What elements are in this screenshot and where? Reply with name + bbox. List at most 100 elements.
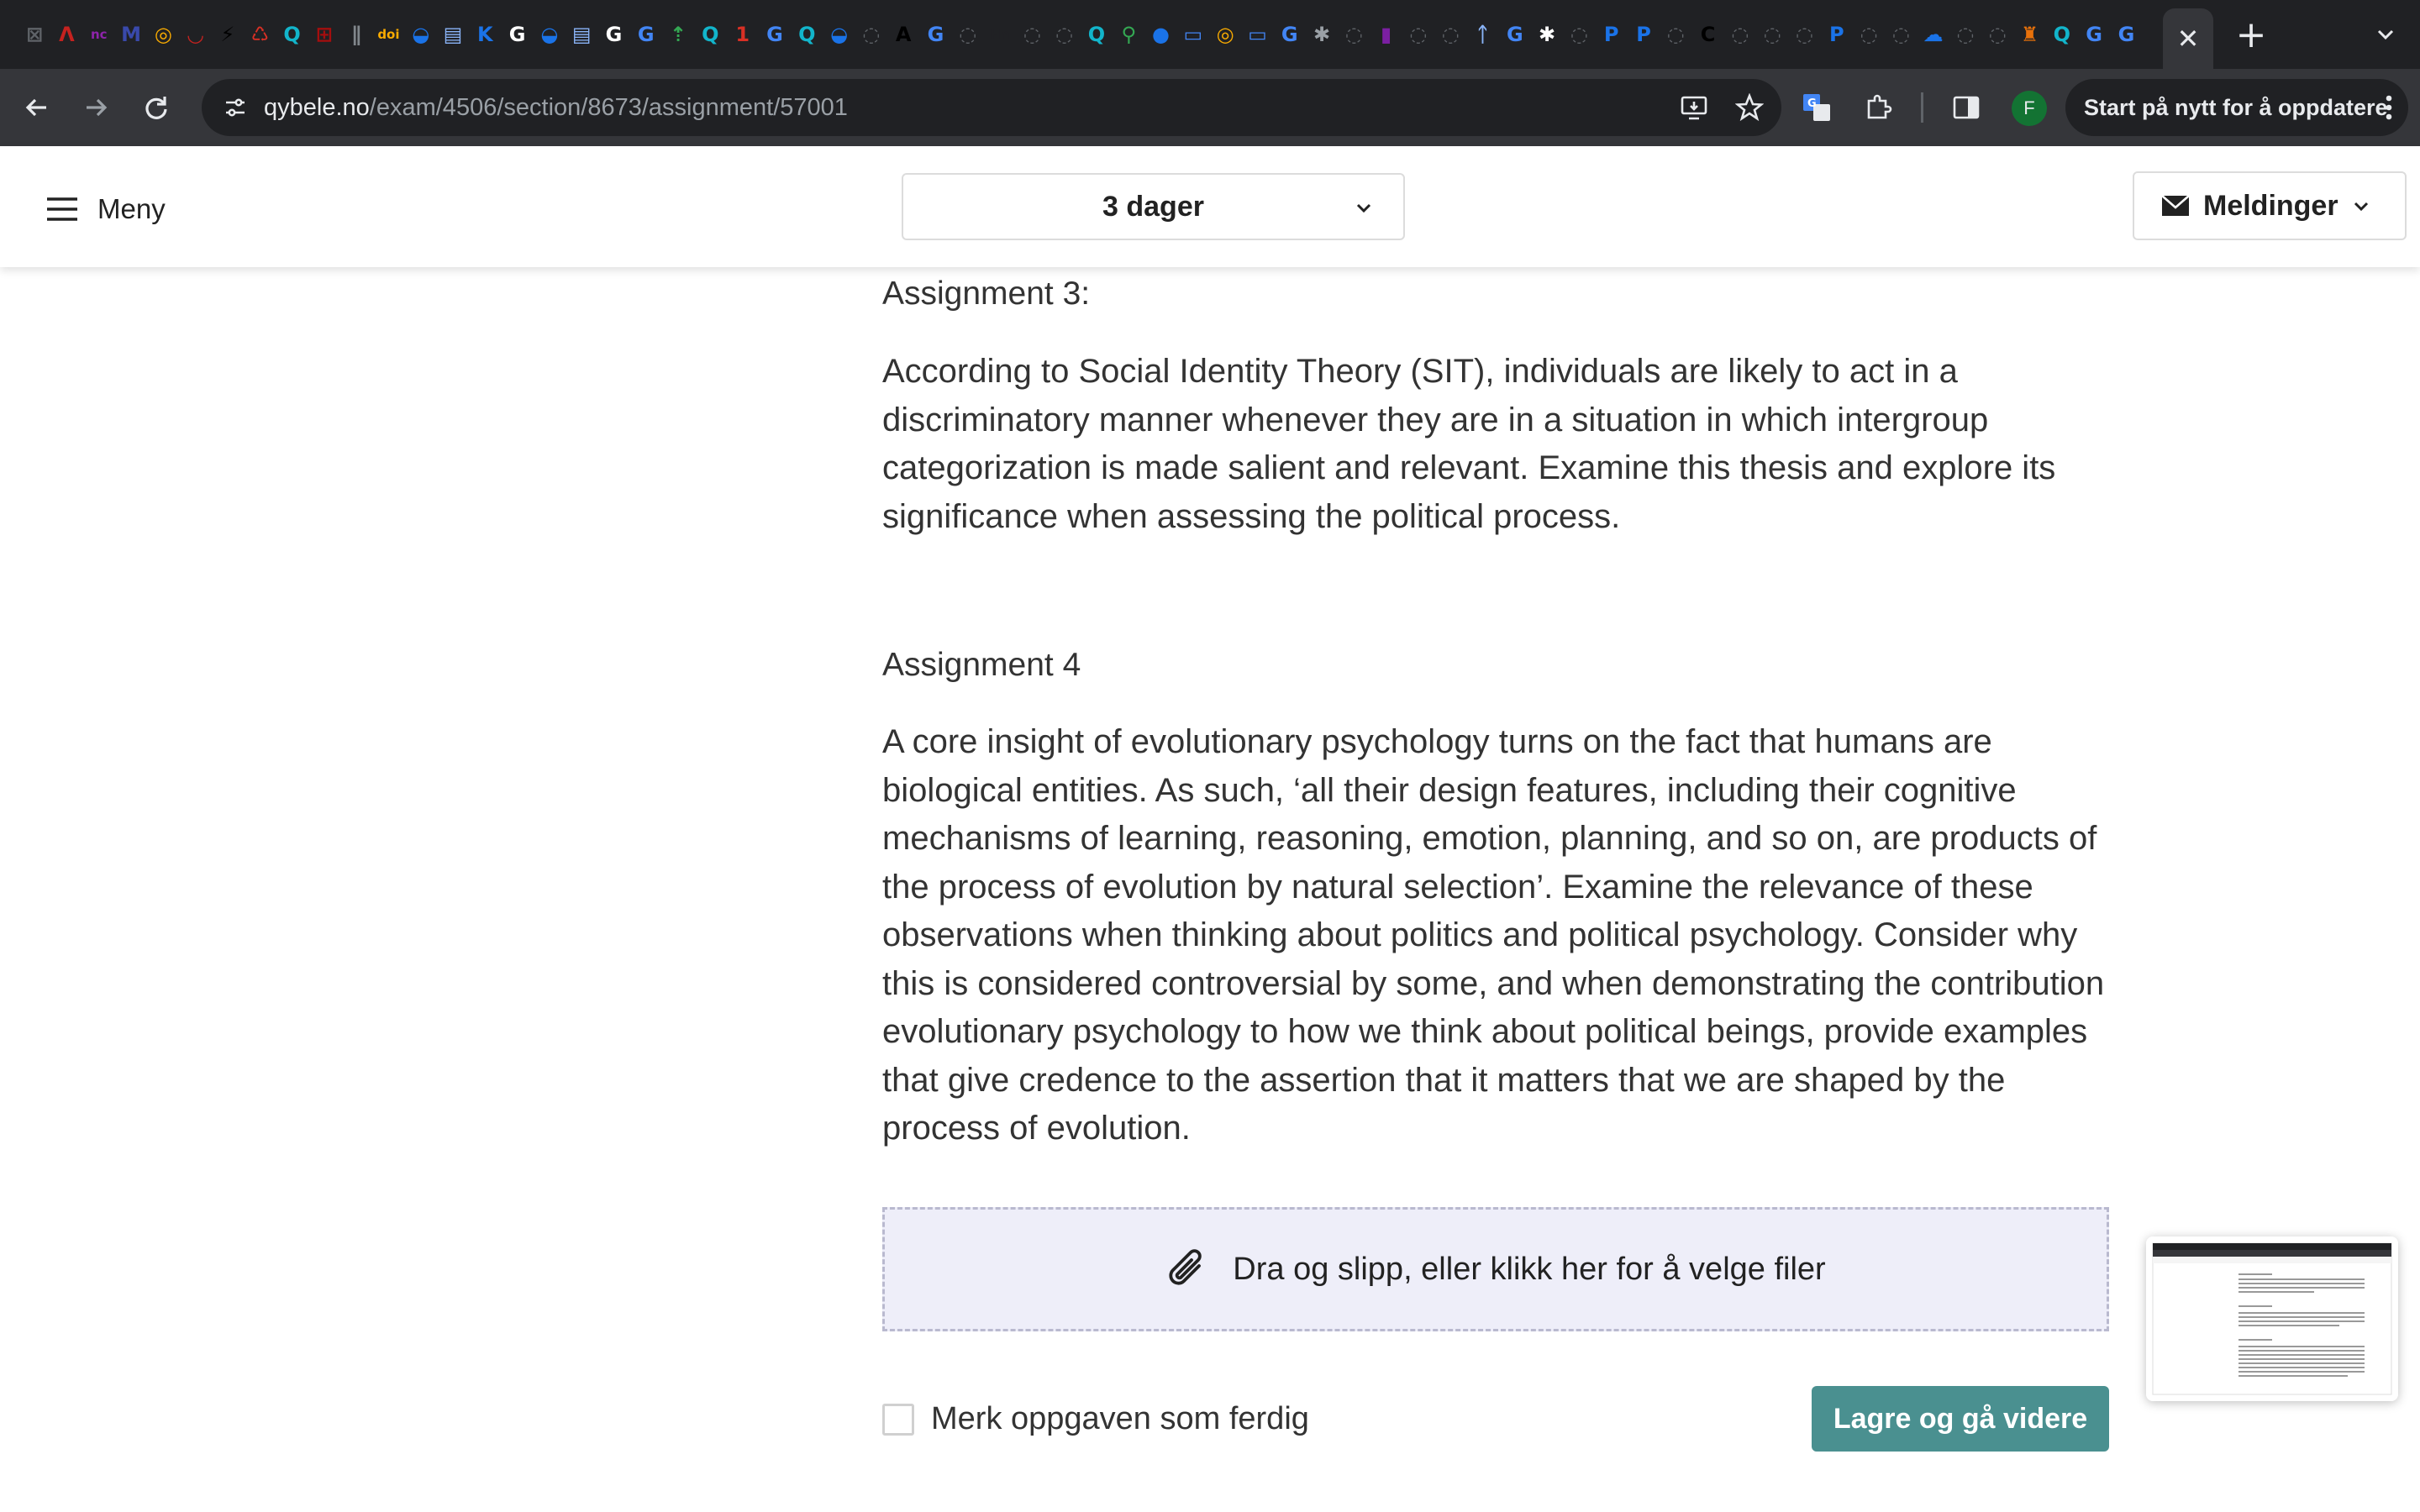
update-label: Start på nytt for å oppdatere bbox=[2084, 94, 2388, 120]
pinned-tab[interactable]: Q bbox=[791, 17, 823, 52]
chevron-down-icon bbox=[2354, 202, 2368, 212]
google-translate-button[interactable]: G bbox=[1795, 86, 1839, 129]
pinned-tab[interactable]: ⚲ bbox=[1113, 17, 1144, 52]
pinned-tab[interactable]: ◌ bbox=[1788, 17, 1820, 52]
pinned-tab[interactable]: Λ bbox=[50, 17, 82, 52]
pinned-tab[interactable]: ◌ bbox=[1853, 17, 1885, 52]
side-panel-button[interactable] bbox=[1944, 86, 1988, 129]
pinned-tab[interactable]: ▤ bbox=[437, 17, 469, 52]
pinned-tab[interactable]: G bbox=[1274, 17, 1306, 52]
pinned-tab[interactable]: G bbox=[2110, 17, 2142, 52]
pinned-tab[interactable]: ▭ bbox=[1177, 17, 1209, 52]
pinned-tab[interactable]: K bbox=[469, 17, 501, 52]
pinned-tab[interactable]: ⇡ bbox=[662, 17, 694, 52]
pinned-tab[interactable]: ◌ bbox=[1885, 17, 1917, 52]
pinned-tab[interactable]: ◒ bbox=[823, 17, 855, 52]
pinned-tab[interactable]: ◌ bbox=[1434, 17, 1466, 52]
pinned-tab[interactable]: Q bbox=[2046, 17, 2078, 52]
pinned-tab[interactable]: ▭ bbox=[1241, 17, 1273, 52]
pinned-tab[interactable]: ☁ bbox=[1918, 17, 1949, 52]
pinned-tab[interactable]: G bbox=[597, 17, 629, 52]
back-button[interactable] bbox=[15, 86, 59, 129]
pinned-tab[interactable]: ◎ bbox=[1209, 17, 1241, 52]
pinned-tab[interactable]: G bbox=[759, 17, 791, 52]
close-tab-icon[interactable]: ✕ bbox=[2177, 23, 2200, 55]
pinned-tab[interactable]: ◌ bbox=[1563, 17, 1595, 52]
pinned-tab[interactable]: M bbox=[115, 17, 147, 52]
page-thumbnail-preview[interactable] bbox=[2146, 1236, 2398, 1401]
pinned-tab[interactable]: G bbox=[919, 17, 951, 52]
pinned-tab[interactable]: ◌ bbox=[855, 17, 887, 52]
pinned-tab[interactable]: C bbox=[1691, 17, 1723, 52]
pinned-tab[interactable]: ◎ bbox=[147, 17, 179, 52]
pinned-tab[interactable]: ◒ bbox=[405, 17, 437, 52]
pinned-tab[interactable]: nc bbox=[83, 17, 115, 52]
pinned-tab[interactable]: G bbox=[630, 17, 662, 52]
pinned-tab[interactable]: doi bbox=[372, 17, 404, 52]
pinned-tab[interactable]: A bbox=[887, 17, 919, 52]
tab-search-button[interactable] bbox=[2366, 15, 2405, 54]
pinned-tab[interactable]: ◌ bbox=[952, 17, 984, 52]
file-upload-dropzone[interactable]: Dra og slipp, eller klikk her for å velg… bbox=[882, 1207, 2109, 1331]
tab-icon: G bbox=[2118, 23, 2135, 46]
reload-button[interactable] bbox=[134, 86, 178, 129]
tab-icon: ◌ bbox=[1731, 23, 1749, 46]
pinned-tab[interactable]: ● bbox=[1144, 17, 1176, 52]
menu-button[interactable]: Meny bbox=[45, 190, 166, 228]
active-tab[interactable]: ✕ bbox=[2163, 8, 2213, 69]
new-tab-button[interactable]: + bbox=[2230, 13, 2272, 56]
pinned-tab[interactable]: ◌ bbox=[1949, 17, 1981, 52]
profile-avatar[interactable]: F bbox=[2012, 91, 2047, 126]
pinned-tab[interactable]: ◌ bbox=[1660, 17, 1691, 52]
pinned-tab[interactable]: ⊞ bbox=[308, 17, 340, 52]
pinned-tab[interactable]: ⚡ bbox=[212, 17, 244, 52]
pinned-tab[interactable]: ◌ bbox=[1338, 17, 1370, 52]
browser-toolbar: qybele.no/exam/4506/section/8673/assignm… bbox=[0, 69, 2420, 146]
pinned-tab[interactable]: P bbox=[1596, 17, 1628, 52]
pinned-tab[interactable]: Hn bbox=[984, 17, 1016, 52]
pinned-tab[interactable]: ✱ bbox=[1531, 17, 1563, 52]
pinned-tab[interactable]: G bbox=[2078, 17, 2110, 52]
pinned-tab[interactable]: ♜ bbox=[2013, 17, 2045, 52]
tab-icon: G bbox=[927, 23, 944, 46]
pinned-tab[interactable]: Q bbox=[694, 17, 726, 52]
pinned-tab[interactable]: G bbox=[1499, 17, 1531, 52]
pinned-tab[interactable]: ◡ bbox=[179, 17, 211, 52]
tab-icon: ⊞ bbox=[315, 23, 333, 46]
save-and-continue-button[interactable]: Lagre og gå videre bbox=[1812, 1386, 2109, 1452]
pinned-tab[interactable]: P bbox=[1821, 17, 1853, 52]
pinned-tab[interactable]: ♺ bbox=[244, 17, 276, 52]
pinned-tab[interactable]: ◌ bbox=[1724, 17, 1756, 52]
pinned-tab[interactable]: ◌ bbox=[1981, 17, 2013, 52]
bookmark-star-icon[interactable] bbox=[1729, 87, 1770, 128]
time-remaining-dropdown[interactable]: 3 dager bbox=[902, 173, 1405, 240]
pinned-tab[interactable]: Q bbox=[1081, 17, 1113, 52]
pinned-tab[interactable]: ◒ bbox=[534, 17, 566, 52]
pinned-tab[interactable]: 1 bbox=[727, 17, 759, 52]
pinned-tab[interactable]: ▮ bbox=[1370, 17, 1402, 52]
extensions-button[interactable] bbox=[1857, 86, 1901, 129]
mark-done-checkbox[interactable] bbox=[882, 1403, 914, 1436]
pinned-tab[interactable]: ◌ bbox=[1049, 17, 1081, 52]
pinned-tab[interactable]: ◌ bbox=[1016, 17, 1048, 52]
assignment-3-text: According to Social Identity Theory (SIT… bbox=[882, 353, 2056, 535]
address-bar[interactable]: qybele.no/exam/4506/section/8673/assignm… bbox=[202, 79, 1781, 136]
mark-done-label[interactable]: Merk oppgaven som ferdig bbox=[931, 1401, 1309, 1437]
pinned-tab[interactable]: ✱ bbox=[1306, 17, 1338, 52]
pinned-tab[interactable]: ◌ bbox=[1756, 17, 1788, 52]
pinned-tab[interactable]: Q bbox=[276, 17, 308, 52]
pinned-tab[interactable]: P bbox=[1628, 17, 1660, 52]
messages-button[interactable]: Meldinger bbox=[2133, 171, 2407, 240]
forward-button[interactable] bbox=[74, 86, 118, 129]
pinned-tab[interactable]: ▤ bbox=[566, 17, 597, 52]
pinned-tab[interactable]: G bbox=[501, 17, 533, 52]
url-text[interactable]: qybele.no/exam/4506/section/8673/assignm… bbox=[264, 94, 848, 122]
tab-icon: ◒ bbox=[830, 23, 849, 46]
pinned-tab[interactable]: ᛏ bbox=[1466, 17, 1498, 52]
pinned-tab[interactable]: ∥ bbox=[340, 17, 372, 52]
update-chrome-button[interactable]: Start på nytt for å oppdatere bbox=[2065, 79, 2408, 136]
site-settings-icon[interactable] bbox=[215, 87, 255, 128]
pinned-tab[interactable]: ◌ bbox=[1402, 17, 1434, 52]
pinned-tab[interactable]: ⊠ bbox=[18, 17, 50, 52]
install-app-icon[interactable] bbox=[1674, 87, 1714, 128]
